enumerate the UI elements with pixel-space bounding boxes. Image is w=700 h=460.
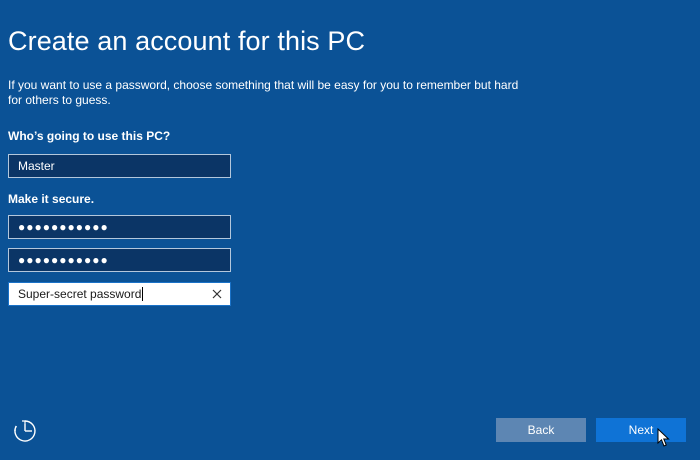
confirm-password-value: ●●●●●●●●●●● [18,253,109,267]
password-section-label: Make it secure. [8,192,95,206]
password-hint-wrapper: Super-secret password [18,287,144,301]
password-hint-field[interactable]: Super-secret password [8,282,231,306]
password-hint-value: Super-secret password [18,287,142,301]
next-button[interactable]: Next [596,418,686,442]
password-field[interactable]: ●●●●●●●●●●● [8,215,231,239]
username-field[interactable]: Master [8,154,231,178]
clear-icon[interactable] [210,287,224,301]
instruction-text: If you want to use a password, choose so… [8,78,519,107]
text-caret [142,287,144,301]
password-value: ●●●●●●●●●●● [18,220,109,234]
back-button[interactable]: Back [496,418,586,442]
username-value: Master [18,159,55,173]
page-title: Create an account for this PC [8,26,366,56]
confirm-password-field[interactable]: ●●●●●●●●●●● [8,248,231,272]
username-label: Who’s going to use this PC? [8,129,171,143]
ease-of-access-icon[interactable] [12,418,38,444]
